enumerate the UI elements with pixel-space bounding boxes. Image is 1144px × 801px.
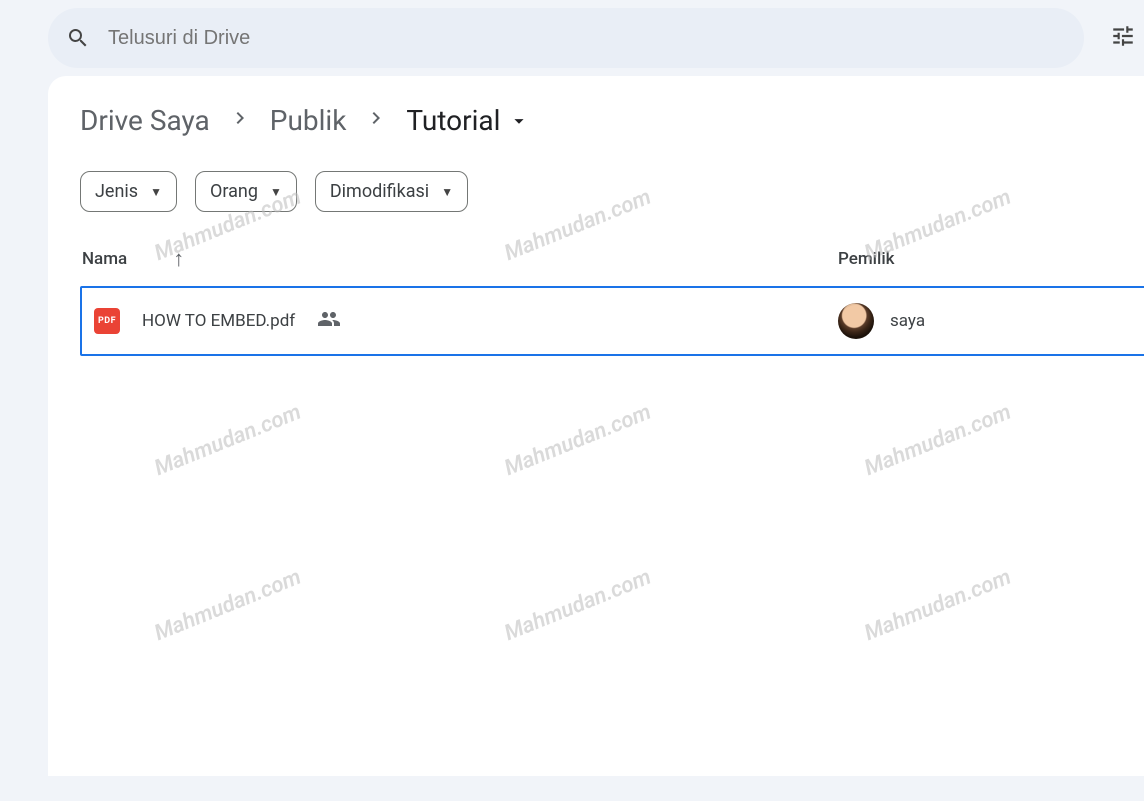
caret-down-icon <box>508 110 530 132</box>
caret-down-icon: ▼ <box>150 185 162 199</box>
search-input[interactable] <box>108 27 1066 50</box>
caret-down-icon: ▼ <box>270 185 282 199</box>
sort-arrow-up-icon[interactable]: ↑ <box>173 246 184 272</box>
table-row[interactable]: PDF HOW TO EMBED.pdf saya <box>80 286 1144 356</box>
filter-modified-label: Dimodifikasi <box>330 181 429 202</box>
breadcrumb: Drive Saya Publik Tutorial <box>80 104 1144 137</box>
search-bar <box>48 8 1084 68</box>
breadcrumb-current[interactable]: Tutorial <box>406 104 530 137</box>
filter-people-label: Orang <box>210 181 258 202</box>
filter-modified[interactable]: Dimodifikasi ▼ <box>315 171 468 212</box>
file-name: HOW TO EMBED.pdf <box>142 311 295 331</box>
chevron-right-icon <box>228 104 252 137</box>
filter-type[interactable]: Jenis ▼ <box>80 171 177 212</box>
tune-icon[interactable] <box>1110 23 1136 53</box>
caret-down-icon: ▼ <box>441 185 453 199</box>
breadcrumb-current-label: Tutorial <box>406 104 500 137</box>
avatar <box>838 303 874 339</box>
breadcrumb-mid[interactable]: Publik <box>270 104 347 137</box>
filter-chips: Jenis ▼ Orang ▼ Dimodifikasi ▼ <box>80 171 1144 212</box>
filter-people[interactable]: Orang ▼ <box>195 171 297 212</box>
content-panel: Drive Saya Publik Tutorial Jenis ▼ Orang… <box>48 76 1144 776</box>
shared-icon <box>317 307 341 336</box>
column-owner[interactable]: Pemilik <box>838 249 1132 269</box>
pdf-icon: PDF <box>94 308 120 334</box>
table-header: Nama ↑ Pemilik <box>80 246 1144 286</box>
search-icon[interactable] <box>66 26 90 50</box>
owner-label: saya <box>890 311 925 331</box>
chevron-right-icon <box>364 104 388 137</box>
breadcrumb-root[interactable]: Drive Saya <box>80 104 210 137</box>
filter-type-label: Jenis <box>95 181 138 202</box>
column-name[interactable]: Nama <box>82 249 127 269</box>
